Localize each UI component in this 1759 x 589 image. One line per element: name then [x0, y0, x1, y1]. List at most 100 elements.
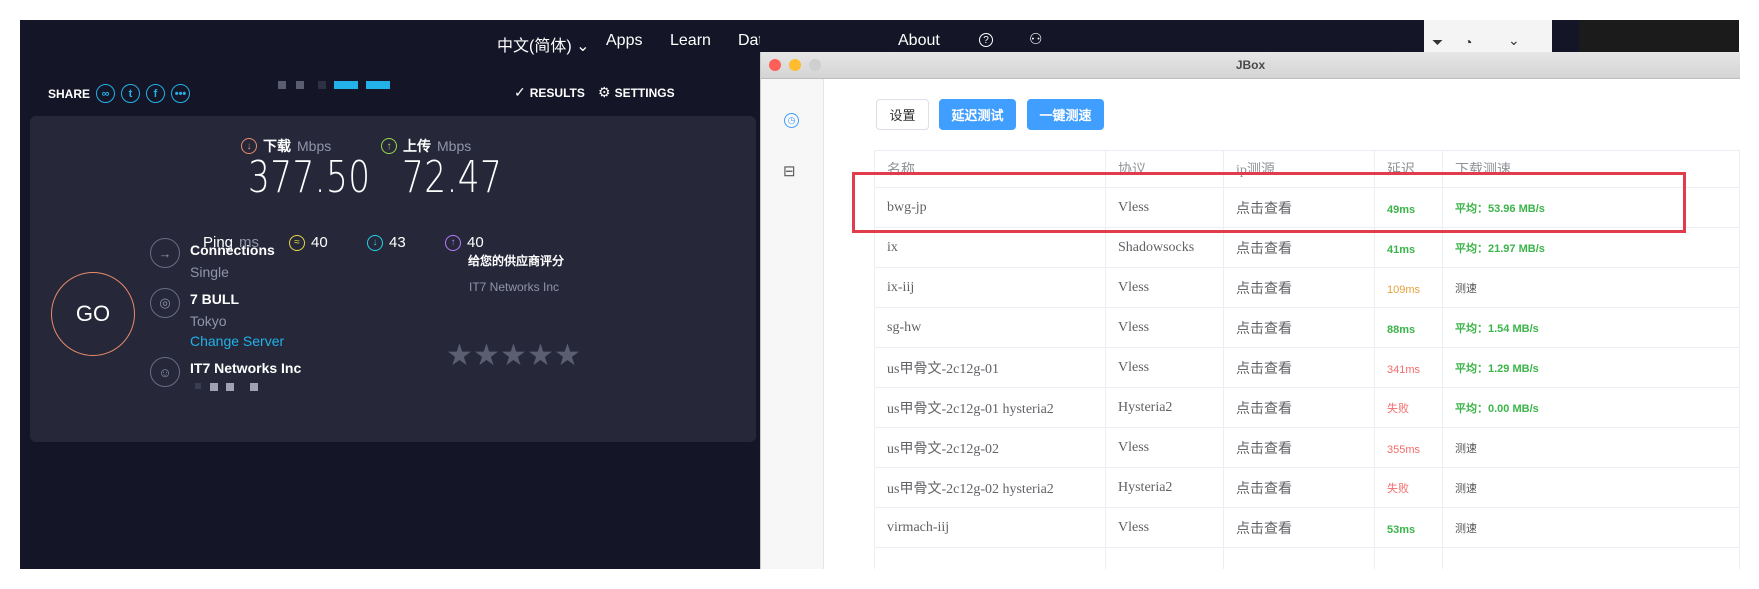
user-icon[interactable]: ⚇: [1029, 30, 1042, 48]
cell-speed: 平均：0.00 MB/s: [1455, 403, 1539, 415]
nav-data[interactable]: Data: [738, 32, 760, 50]
share-bar: SHARE ∞ t f •••: [48, 84, 191, 103]
provider-dot: [226, 383, 234, 391]
person-icon: ☺: [150, 357, 180, 387]
more-icon[interactable]: •••: [171, 84, 191, 103]
cell-latency: 失败: [1387, 483, 1409, 495]
change-server-link[interactable]: Change Server: [190, 333, 284, 349]
provider-name: IT7 Networks Inc: [190, 360, 302, 376]
window-title: JBox: [1235, 58, 1266, 72]
table-row: us甲骨文-2c12g-02 hysteria2 Hysteria2 点击查看 …: [874, 467, 1740, 508]
table-row: us甲骨文-2c12g-02 Vless 点击查看 355ms 测速: [874, 427, 1740, 468]
highlight-box: [852, 172, 1686, 233]
connections-value[interactable]: Single: [190, 264, 229, 280]
speedometer-icon[interactable]: ◷: [784, 113, 799, 128]
server-city: Tokyo: [190, 313, 227, 329]
cell-name: ix-iij: [874, 267, 1106, 308]
filter-toolbar: ⏷ ◔ ⌄: [1424, 20, 1552, 54]
facebook-icon[interactable]: f: [146, 84, 166, 103]
download-value: 377.50: [248, 152, 371, 203]
cell-name: ix: [874, 227, 1106, 268]
download-ping-icon: ↓: [367, 234, 383, 251]
inbox-icon[interactable]: ⊟: [783, 162, 796, 180]
gauge-icon[interactable]: ◔: [1464, 34, 1472, 50]
ip-view-link[interactable]: 点击查看: [1223, 427, 1375, 468]
nav-learn[interactable]: Learn: [670, 32, 711, 50]
idle-ping-icon: ≈: [289, 234, 305, 251]
result-panel: [30, 116, 756, 442]
settings-tab[interactable]: ⚙ SETTINGS: [598, 84, 675, 101]
speedtest-page: 中文(简体) ⌄ Apps Learn Data SHARE ∞ t f •••…: [20, 20, 760, 569]
chevron-down-icon: ⌄: [576, 38, 590, 55]
rating-star[interactable]: ★: [473, 338, 500, 373]
table-row-partial: [874, 547, 1740, 569]
gear-icon: ⚙: [598, 84, 611, 100]
provider-dot: [195, 383, 201, 389]
speed-test-link[interactable]: 测速: [1455, 283, 1477, 295]
speed-test-link[interactable]: 测速: [1455, 483, 1477, 495]
cell-protocol-partial: [1105, 547, 1224, 569]
connections-title: Connections: [190, 242, 275, 258]
cell-protocol: Hysteria2: [1105, 387, 1224, 428]
cell-protocol: Shadowsocks: [1105, 227, 1224, 268]
chevron-down-icon[interactable]: ⌄: [1508, 32, 1520, 49]
go-button[interactable]: GO: [51, 272, 135, 356]
upload-arrow-icon: ↑: [381, 138, 397, 154]
cell-protocol: Vless: [1105, 507, 1224, 548]
cell-latency: 341ms: [1387, 363, 1421, 376]
provider-dot: [250, 383, 258, 391]
cell-name: us甲骨文-2c12g-01: [874, 347, 1106, 388]
rating-provider: IT7 Networks Inc: [469, 280, 560, 294]
ip-view-link[interactable]: 点击查看: [1223, 307, 1375, 348]
help-circle-icon[interactable]: ?: [979, 33, 993, 47]
rating-star[interactable]: ★: [527, 338, 554, 373]
ip-view-link[interactable]: 点击查看: [1223, 227, 1375, 268]
table-row: ix-iij Vless 点击查看 109ms 测速: [874, 267, 1740, 308]
rating-star[interactable]: ★: [554, 338, 581, 373]
cell-name: us甲骨文-2c12g-02: [874, 427, 1106, 468]
table-row: virmach-iij Vless 点击查看 53ms 测速: [874, 507, 1740, 548]
table-row: us甲骨文-2c12g-01 hysteria2 Hysteria2 点击查看 …: [874, 387, 1740, 428]
ip-view-link[interactable]: 点击查看: [1223, 507, 1375, 548]
speedtest-header-ext: [760, 20, 1428, 52]
progress-dot: [278, 81, 286, 89]
filter-icon[interactable]: ⏷: [1432, 34, 1443, 51]
speed-test-link[interactable]: 测速: [1455, 443, 1477, 455]
ping-idle: ≈40: [289, 234, 328, 251]
cell-name: us甲骨文-2c12g-02 hysteria2: [874, 467, 1106, 508]
cell-latency: 41ms: [1387, 243, 1416, 256]
speed-test-button[interactable]: 一键测速: [1027, 99, 1104, 130]
nav-language[interactable]: 中文(简体) ⌄: [497, 32, 590, 56]
cell-latency-partial: [1374, 547, 1443, 569]
ip-view-link[interactable]: 点击查看: [1223, 467, 1375, 508]
twitter-icon[interactable]: t: [121, 84, 141, 103]
ip-view-link[interactable]: 点击查看: [1223, 387, 1375, 428]
cell-protocol: Vless: [1105, 427, 1224, 468]
cell-latency: 88ms: [1387, 323, 1416, 336]
results-tab[interactable]: ✓ RESULTS: [514, 84, 585, 101]
titlebar: JBox: [761, 52, 1740, 79]
link-icon[interactable]: ∞: [96, 84, 116, 103]
speed-test-link[interactable]: 测速: [1455, 523, 1477, 535]
latency-test-button[interactable]: 延迟测试: [939, 99, 1016, 130]
globe-icon: ◎: [150, 288, 180, 318]
connections-arrow-icon: →: [150, 238, 180, 268]
settings-button[interactable]: 设置: [876, 99, 929, 130]
cell-protocol: Vless: [1105, 267, 1224, 308]
cell-latency: 355ms: [1387, 443, 1421, 456]
nav-about-label[interactable]: About: [898, 32, 940, 50]
nav-apps[interactable]: Apps: [606, 32, 642, 50]
progress-dot: [318, 81, 326, 89]
ip-view-link[interactable]: 点击查看: [1223, 347, 1375, 388]
ping-upload: ↑ 40: [445, 234, 484, 251]
rating-star[interactable]: ★: [500, 338, 527, 373]
check-circle-icon: ✓: [514, 84, 526, 100]
sidebar: ◷ ⊟: [761, 79, 824, 569]
progress-dot: [296, 81, 304, 89]
cell-speed: 平均：21.97 MB/s: [1455, 243, 1545, 255]
table-row: us甲骨文-2c12g-01 Vless 点击查看 341ms 平均：1.29 …: [874, 347, 1740, 388]
progress-dot: [334, 81, 358, 89]
rating-title: 给您的供应商评分: [468, 254, 565, 268]
rating-star[interactable]: ★: [446, 338, 473, 373]
ip-view-link[interactable]: 点击查看: [1223, 267, 1375, 308]
